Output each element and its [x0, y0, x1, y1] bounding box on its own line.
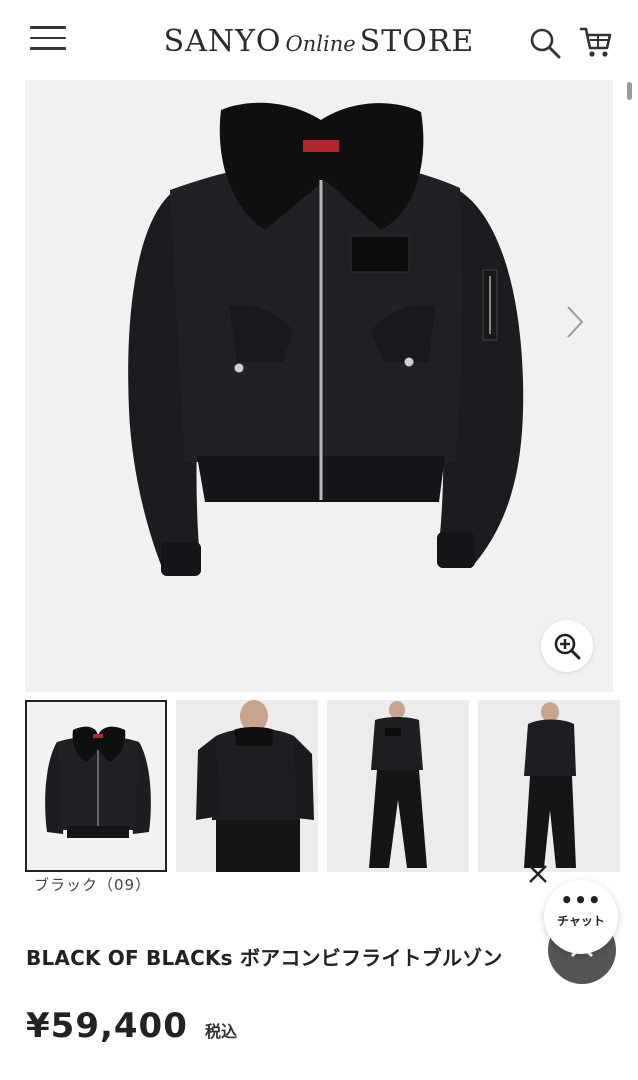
tax-label: 税込 [204, 1022, 237, 1041]
model-front-thumbnail-image [196, 700, 314, 872]
search-icon [530, 28, 561, 59]
product-main-image[interactable] [25, 80, 613, 692]
model-full-side-thumbnail-image [524, 702, 576, 868]
chat-dots-icon: ••• [560, 888, 602, 912]
thumbnail-4[interactable] [478, 700, 620, 872]
logo-online: Online [285, 32, 356, 56]
chevron-right-icon [567, 306, 584, 338]
thumbnail-strip [25, 700, 625, 872]
page-scrollbar[interactable] [627, 82, 632, 100]
close-icon [529, 865, 547, 883]
color-label: ブラック（09） [34, 876, 152, 894]
thumbnail-3[interactable] [327, 700, 469, 872]
logo-main: SANYO [163, 24, 282, 59]
zoom-button[interactable] [541, 620, 593, 672]
search-button[interactable] [528, 26, 562, 60]
cart-icon [579, 27, 612, 57]
product-title: BLACK OF BLACKs ボアコンビフライトブルゾン [26, 946, 503, 970]
product-price: ¥59,400 [26, 1006, 188, 1046]
logo-store: STORE [359, 24, 475, 59]
jacket-image [128, 102, 524, 576]
zoom-in-icon [554, 633, 581, 660]
cart-button[interactable] [578, 24, 614, 60]
model-full-front-thumbnail-image [369, 701, 427, 868]
thumbnail-1[interactable] [25, 700, 167, 872]
site-header: SANYO Online STORE [0, 0, 638, 84]
chat-close-button[interactable] [524, 860, 552, 888]
next-image-button[interactable] [563, 302, 587, 342]
chat-label: チャット [557, 914, 605, 928]
thumbnail-2[interactable] [176, 700, 318, 872]
jacket-thumbnail-image [45, 726, 151, 838]
price-row: ¥59,400 税込 [26, 1006, 237, 1046]
